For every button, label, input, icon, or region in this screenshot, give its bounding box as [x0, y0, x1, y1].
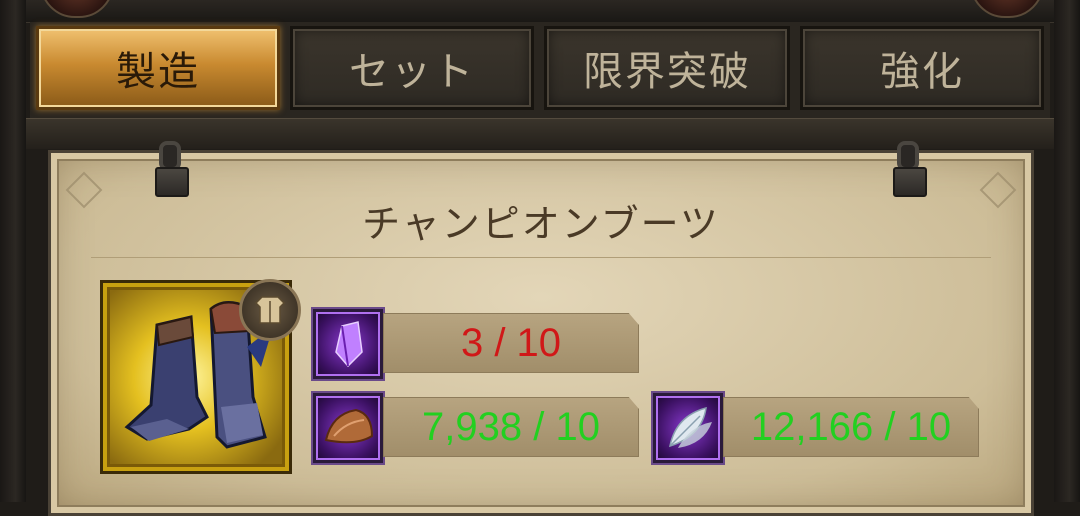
tab-enhance[interactable]: 強化 — [800, 26, 1044, 110]
armor-badge-icon — [239, 279, 301, 341]
material-count-text: 3 / 10 — [460, 320, 562, 365]
tab-bar: 製造 セット 限界突破 強化 — [30, 22, 1050, 120]
chain-right — [893, 141, 927, 197]
top-frame — [0, 0, 1080, 23]
material-count-text: 7,938 / 10 — [422, 404, 600, 449]
chain-left — [155, 141, 189, 197]
crafting-panel: チャンピオンブーツ 3 / 10 7,938 / 10 12,166 / 10 — [48, 141, 1034, 516]
feather-icon[interactable] — [653, 393, 723, 463]
tab-craft[interactable]: 製造 — [36, 26, 280, 110]
material-count-text: 12,166 / 10 — [750, 404, 952, 449]
frame-ornament-right — [970, 0, 1044, 18]
material-count-crystal: 3 / 10 — [383, 313, 639, 373]
right-frame-rail — [1054, 0, 1080, 502]
purple-crystal-icon[interactable] — [313, 309, 383, 379]
left-frame-rail — [0, 0, 26, 502]
material-count-feather: 12,166 / 10 — [723, 397, 979, 457]
title-divider — [91, 257, 991, 258]
frame-ornament-left — [40, 0, 114, 18]
leather-icon[interactable] — [313, 393, 383, 463]
tab-limit-break[interactable]: 限界突破 — [544, 26, 790, 110]
material-count-leather: 7,938 / 10 — [383, 397, 639, 457]
tab-set[interactable]: セット — [290, 26, 534, 110]
item-name: チャンピオンブーツ — [362, 202, 720, 246]
